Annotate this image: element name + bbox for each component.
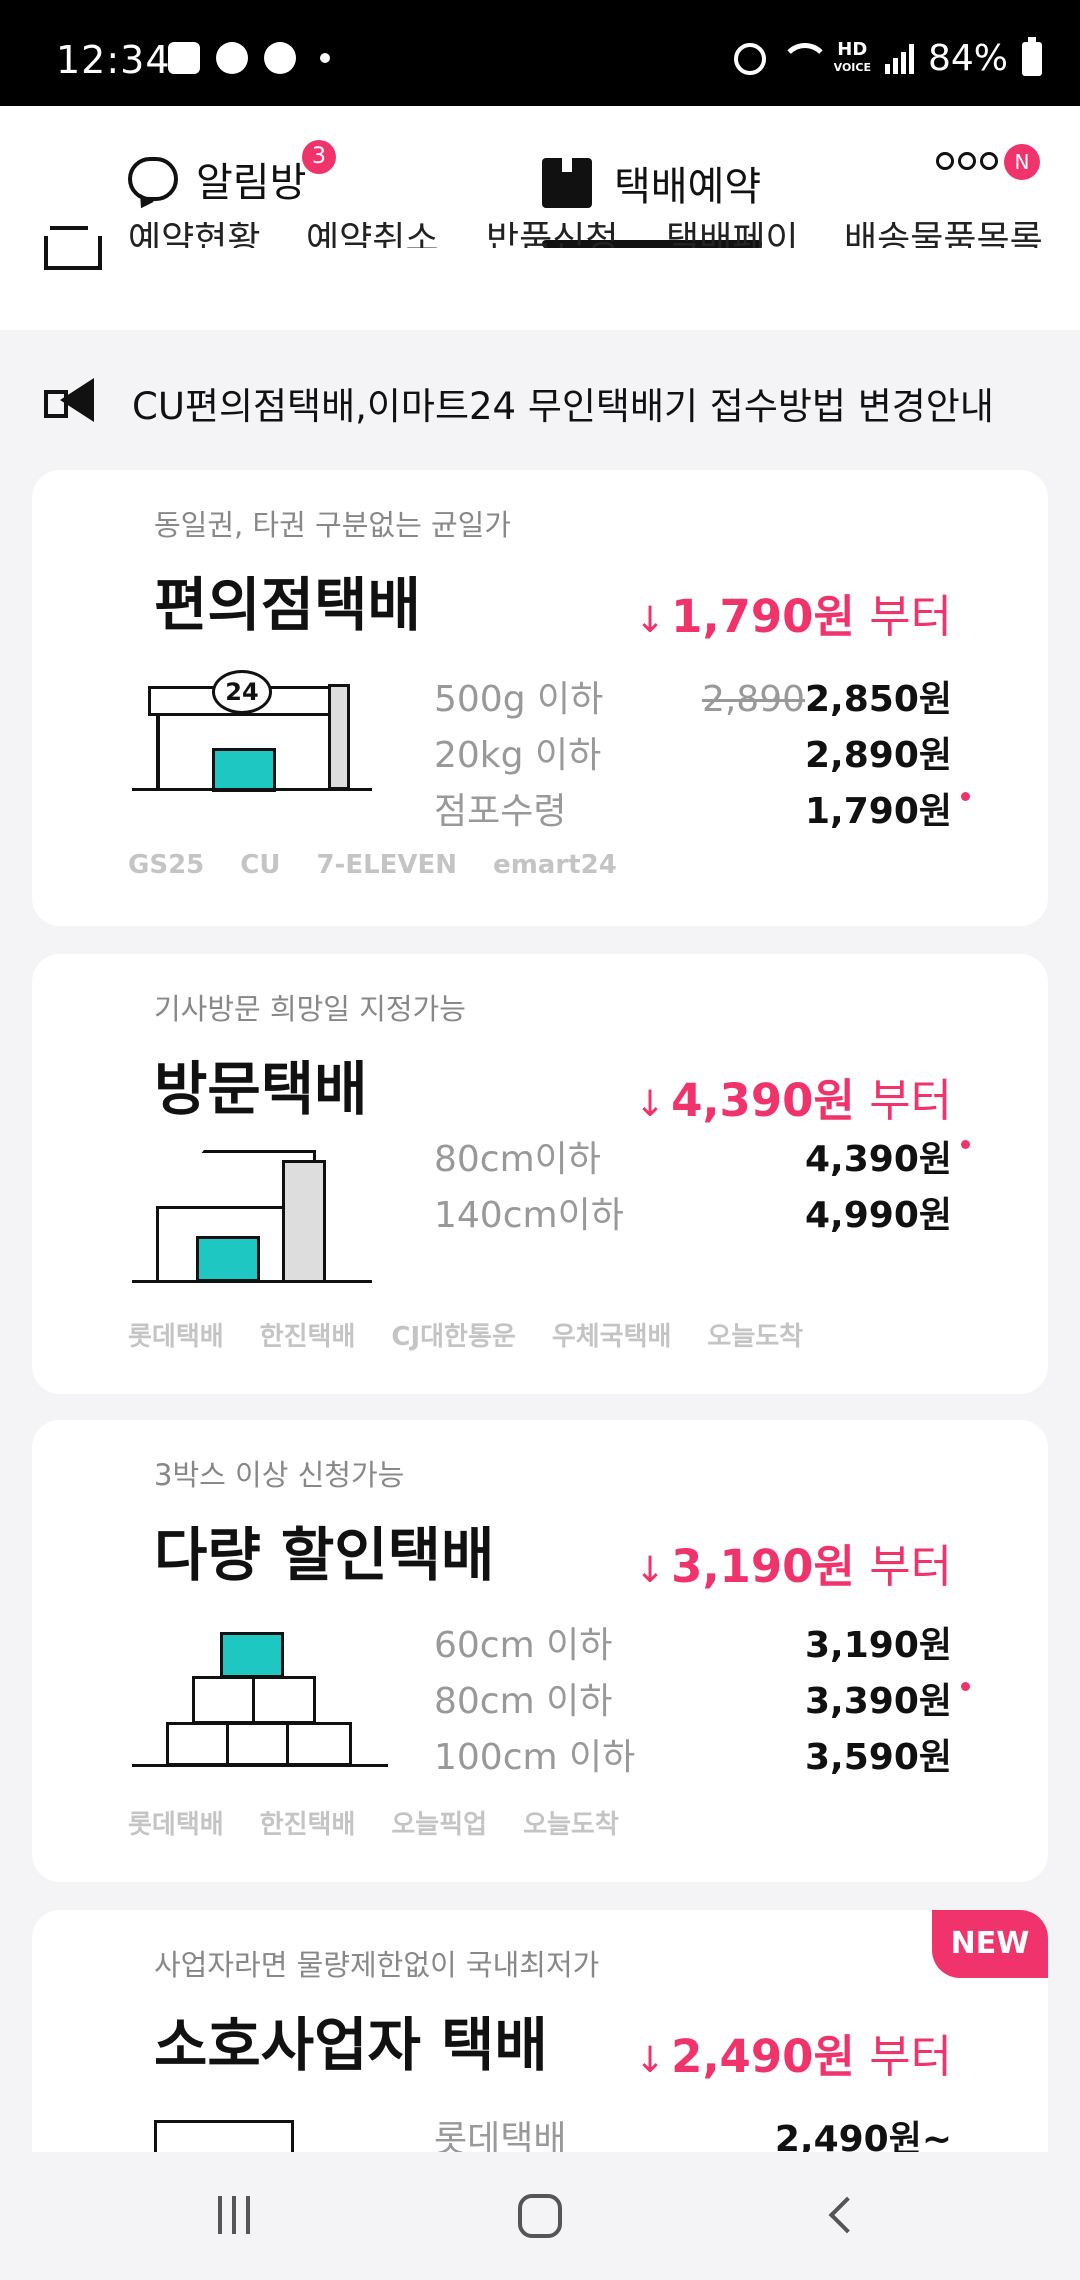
carrier-logo: 롯데택배 (128, 1810, 224, 1840)
alarm-icon (733, 42, 766, 75)
card-title: 다량 할인택배 (154, 1521, 495, 1589)
card-price: ↓ 4,390원 부터 (634, 1074, 952, 1127)
highlight-dot (961, 1140, 970, 1149)
card-price: ↓ 2,490원 부터 (634, 2030, 952, 2083)
card-subtitle: 동일권, 타권 구분없는 균일가 (154, 508, 512, 542)
carrier-logo: 롯데택배 (128, 1322, 224, 1352)
row-label: 20kg 이하 (434, 735, 602, 776)
alarm-badge: 3 (302, 140, 336, 174)
card-subtitle: 3박스 이상 신청가능 (154, 1458, 405, 1492)
status-bar: 12:34 HD VOICE 84% (0, 0, 1080, 106)
parcel-booking-label: 택배예약 (614, 164, 762, 210)
box-icon (542, 158, 592, 208)
subnav-reservation-cancel[interactable]: 예약취소 (306, 222, 438, 248)
alarm-room-button[interactable]: 알림방 3 (128, 140, 336, 208)
row-label: 80cm 이하 (434, 1681, 613, 1722)
subnav-shipment-list[interactable]: 배송물품목록 (844, 222, 1043, 248)
carrier-logo: 우체국택배 (551, 1322, 672, 1352)
subnav-parcel-pay[interactable]: 택배페이 (666, 222, 798, 248)
carrier-logos: 롯데택배 한진택배 오늘픽업 오늘도착 (128, 1804, 619, 1841)
row-label: 140cm이하 (434, 1195, 624, 1236)
wifi-icon (779, 42, 830, 75)
carrier-logo: 한진택배 (259, 1322, 356, 1352)
alarm-room-label: 알림방 (196, 160, 307, 206)
highlight-dot (961, 1682, 970, 1691)
stacked-boxes-illustration (132, 1632, 388, 1768)
carrier-logo: 오늘픽업 (391, 1810, 488, 1840)
card-subtitle: 사업자라면 물량제한없이 국내최저가 (154, 1948, 600, 1982)
parcel-booking-tab[interactable]: 택배예약 (542, 154, 761, 212)
carrier-logos: 롯데택배 한진택배 CJ대한통운 우체국택배 오늘도착 (128, 1316, 803, 1353)
carrier-logo: CU (240, 850, 281, 880)
home-icon[interactable] (44, 226, 102, 270)
soho-business-parcel-card[interactable]: NEW 사업자라면 물량제한없이 국내최저가 소호사업자 택배 ↓ 2,490원 … (32, 1910, 1048, 2170)
row-label: 점포수령 (434, 791, 567, 832)
system-nav-bar (0, 2152, 1080, 2280)
new-badge: NEW (932, 1910, 1048, 1978)
down-arrow-icon: ↓ (634, 1084, 666, 1125)
down-arrow-icon: ↓ (634, 2040, 666, 2081)
card-title: 소호사업자 택배 (154, 2011, 548, 2079)
carrier-logo: CJ대한통운 (391, 1322, 516, 1352)
carrier-logo: 한진택배 (259, 1810, 356, 1840)
status-time: 12:34 (56, 38, 171, 82)
facebook-icon (264, 42, 296, 74)
row-label: 60cm 이하 (434, 1625, 613, 1666)
dot-icon (320, 53, 330, 63)
notice-text: CU편의점택배,이마트24 무인택배기 접수방법 변경안내 (132, 385, 994, 428)
megaphone-icon (44, 378, 96, 422)
card-title: 방문택배 (154, 1055, 368, 1123)
card-price: ↓ 3,190원 부터 (634, 1540, 952, 1593)
subnav-reservation-status[interactable]: 예약현황 (128, 222, 260, 248)
row-label: 500g 이하 (434, 679, 604, 720)
row-price: 2,8902,850원 (701, 679, 952, 720)
signal-icon (884, 43, 914, 74)
carrier-logos: GS25 CU 7-ELEVEN emart24 (128, 850, 617, 880)
gallery-icon (168, 42, 200, 74)
card-title: 편의점택배 (154, 571, 421, 639)
carrier-logo: GS25 (128, 850, 205, 880)
chat-bubble-icon (128, 157, 178, 201)
row-price: 3,390원 (805, 1681, 952, 1722)
notification-icons (168, 42, 330, 74)
back-button[interactable] (828, 2196, 866, 2234)
home-button[interactable] (518, 2194, 562, 2238)
row-price: 1,790원 (805, 791, 952, 832)
carrier-logo: 오늘도착 (523, 1810, 619, 1840)
visit-pickup-parcel-card[interactable]: 기사방문 희망일 지정가능 방문택배 ↓ 4,390원 부터 80cm이하 4,3… (32, 954, 1048, 1394)
carrier-logo: 7-ELEVEN (316, 850, 458, 880)
more-dots-icon (936, 152, 998, 170)
row-label: 80cm이하 (434, 1139, 601, 1180)
carrier-logo: emart24 (493, 850, 617, 880)
down-arrow-icon: ↓ (634, 1550, 666, 1591)
more-button[interactable]: N (936, 144, 1040, 180)
subnav-return-request[interactable]: 반품신청 (486, 222, 618, 248)
recent-apps-button[interactable] (218, 2196, 250, 2234)
row-price: 4,390원 (805, 1139, 952, 1180)
store-illustration: 24 (132, 670, 372, 792)
battery-percent: 84% (927, 38, 1008, 79)
hd-voice-icon: HD VOICE (833, 38, 871, 74)
notice-banner[interactable]: CU편의점택배,이마트24 무인택배기 접수방법 변경안내 (0, 360, 1080, 440)
row-price: 3,590원 (805, 1737, 952, 1778)
card-subtitle: 기사방문 희망일 지정가능 (154, 992, 466, 1026)
down-arrow-icon: ↓ (634, 600, 666, 641)
card-price: ↓ 1,790원 부터 (634, 590, 952, 643)
carrier-logo: 오늘도착 (707, 1322, 804, 1352)
convenience-store-parcel-card[interactable]: 동일권, 타권 구분없는 균일가 편의점택배 ↓ 1,790원 부터 24 500… (32, 470, 1048, 926)
new-badge-dot: N (1004, 144, 1040, 180)
accessibility-icon (216, 42, 248, 74)
house-illustration (132, 1150, 372, 1284)
row-price: 4,990원 (805, 1195, 952, 1236)
store-number: 24 (212, 670, 272, 714)
row-price: 2,890원 (805, 735, 952, 776)
app-header: 알림방 3 택배예약 N 예약현황 예약취소 반품신청 택배페이 배송물품목록 (0, 106, 1080, 330)
battery-icon (1022, 36, 1042, 76)
row-label: 100cm 이하 (434, 1737, 636, 1778)
highlight-dot (961, 792, 970, 801)
row-price: 3,190원 (805, 1625, 952, 1666)
bulk-discount-parcel-card[interactable]: 3박스 이상 신청가능 다량 할인택배 ↓ 3,190원 부터 60cm 이하 3… (32, 1420, 1048, 1882)
system-icons: HD VOICE 84% (733, 36, 1042, 79)
